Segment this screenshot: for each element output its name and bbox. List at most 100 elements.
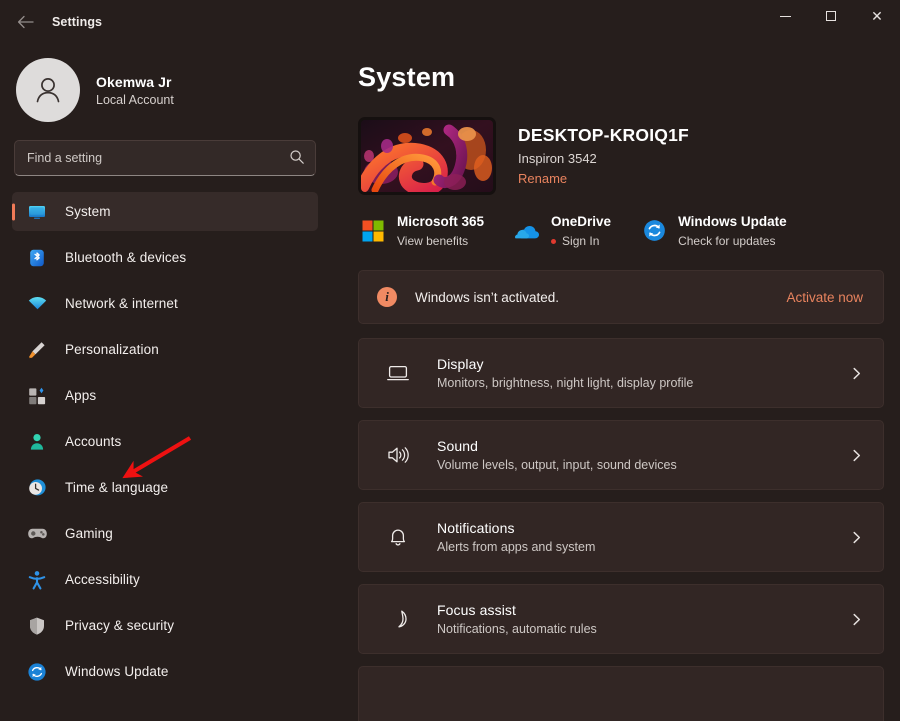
onedrive-cloud-icon: [514, 218, 540, 244]
paintbrush-icon: [26, 339, 48, 361]
card-subtitle: Alerts from apps and system: [437, 540, 595, 554]
main-content: System: [330, 44, 900, 721]
card-title: Focus assist: [437, 602, 597, 618]
quick-link-text: Windows Update Check for updates: [678, 213, 787, 248]
device-name: DESKTOP-KROIQ1F: [518, 125, 689, 146]
sidebar-item-network-internet[interactable]: Network & internet: [12, 284, 318, 323]
wallpaper-thumbnail: [358, 117, 496, 195]
chevron-right-icon: [850, 367, 863, 380]
rename-link[interactable]: Rename: [518, 171, 567, 186]
wifi-icon: [26, 293, 48, 315]
accessibility-icon: [26, 569, 48, 591]
back-button[interactable]: [4, 6, 46, 38]
sidebar-item-apps[interactable]: Apps: [12, 376, 318, 415]
quick-links-row: Microsoft 365 View benefits OneDrive Sig…: [358, 213, 884, 248]
sidebar-item-label: Windows Update: [65, 664, 168, 679]
shield-icon: [26, 615, 48, 637]
sidebar-item-personalization[interactable]: Personalization: [12, 330, 318, 369]
activate-now-link[interactable]: Activate now: [786, 290, 863, 305]
settings-card-display[interactable]: Display Monitors, brightness, night ligh…: [358, 338, 884, 408]
display-monitor-icon: [385, 360, 411, 386]
sidebar: Okemwa Jr Local Account: [0, 44, 330, 721]
maximize-icon: [826, 11, 836, 21]
minimize-button[interactable]: [762, 0, 808, 32]
speaker-icon: [385, 442, 411, 468]
chevron-right-icon: [850, 449, 863, 462]
sidebar-item-label: Time & language: [65, 480, 168, 495]
sidebar-item-label: Privacy & security: [65, 618, 174, 633]
sidebar-item-system[interactable]: System: [12, 192, 318, 231]
clock-icon: [26, 477, 48, 499]
sidebar-item-label: Personalization: [65, 342, 159, 357]
quick-link-microsoft-365[interactable]: Microsoft 365 View benefits: [360, 213, 484, 248]
sidebar-item-label: Network & internet: [65, 296, 178, 311]
quick-link-text: Microsoft 365 View benefits: [397, 213, 484, 248]
activation-message: Windows isn’t activated.: [415, 290, 559, 305]
card-title: Display: [437, 356, 693, 372]
close-button[interactable]: ✕: [854, 0, 900, 32]
quick-link-subtitle: Check for updates: [678, 234, 787, 248]
profile-text: Okemwa Jr Local Account: [96, 74, 174, 107]
settings-card-focus-assist[interactable]: Focus assist Notifications, automatic ru…: [358, 584, 884, 654]
minimize-icon: [780, 16, 791, 17]
settings-cards: Display Monitors, brightness, night ligh…: [358, 338, 884, 721]
card-title: Sound: [437, 438, 677, 454]
settings-card-sound[interactable]: Sound Volume levels, output, input, soun…: [358, 420, 884, 490]
window-controls: ✕: [762, 0, 900, 32]
bluetooth-icon: [26, 247, 48, 269]
quick-link-title: Windows Update: [678, 214, 787, 229]
device-model: Inspiron 3542: [518, 151, 689, 166]
quick-link-title: Microsoft 365: [397, 214, 484, 229]
close-icon: ✕: [871, 9, 883, 23]
maximize-button[interactable]: [808, 0, 854, 32]
quick-link-subtitle: Sign In: [562, 234, 599, 248]
settings-card-notifications[interactable]: Notifications Alerts from apps and syste…: [358, 502, 884, 572]
sidebar-item-windows-update[interactable]: Windows Update: [12, 652, 318, 691]
monitor-icon: [26, 201, 48, 223]
card-text: Display Monitors, brightness, night ligh…: [437, 356, 693, 390]
quick-link-text: OneDrive Sign In: [551, 213, 611, 248]
chevron-right-icon: [850, 531, 863, 544]
status-dot: [551, 239, 556, 244]
quick-link-windows-update[interactable]: Windows Update Check for updates: [641, 213, 787, 248]
profile-name: Okemwa Jr: [96, 74, 174, 90]
bell-icon: [385, 524, 411, 550]
update-sync-icon: [26, 661, 48, 683]
sidebar-item-bluetooth-devices[interactable]: Bluetooth & devices: [12, 238, 318, 277]
quick-link-subtitle-wrap: Sign In: [551, 234, 611, 248]
avatar: [16, 58, 80, 122]
sidebar-item-label: Apps: [65, 388, 96, 403]
sidebar-item-gaming[interactable]: Gaming: [12, 514, 318, 553]
person-icon: [26, 431, 48, 453]
microsoft-logo-icon: [360, 218, 386, 244]
card-subtitle: Notifications, automatic rules: [437, 622, 597, 636]
sidebar-item-label: System: [65, 204, 111, 219]
info-icon: i: [377, 287, 397, 307]
search-container: [14, 140, 316, 176]
sidebar-item-accessibility[interactable]: Accessibility: [12, 560, 318, 599]
moon-icon: [385, 606, 411, 632]
sidebar-nav: System Bluetooth & devices: [12, 192, 318, 691]
activation-banner: i Windows isn’t activated. Activate now: [358, 270, 884, 324]
search-input[interactable]: [14, 140, 316, 176]
apps-grid-icon: [26, 385, 48, 407]
card-subtitle: Volume levels, output, input, sound devi…: [437, 458, 677, 472]
person-avatar-icon: [31, 73, 65, 107]
sidebar-item-label: Gaming: [65, 526, 113, 541]
title-bar: Settings ✕: [0, 0, 900, 44]
sidebar-item-accounts[interactable]: Accounts: [12, 422, 318, 461]
settings-card-partial[interactable]: [358, 666, 884, 721]
device-summary: DESKTOP-KROIQ1F Inspiron 3542 Rename: [358, 117, 884, 195]
sidebar-item-privacy-security[interactable]: Privacy & security: [12, 606, 318, 645]
sidebar-item-time-language[interactable]: Time & language: [12, 468, 318, 507]
card-subtitle: Monitors, brightness, night light, displ…: [437, 376, 693, 390]
page-title: System: [358, 62, 884, 93]
card-text: Sound Volume levels, output, input, soun…: [437, 438, 677, 472]
quick-link-onedrive[interactable]: OneDrive Sign In: [514, 213, 611, 248]
app-title: Settings: [52, 15, 102, 29]
user-profile[interactable]: Okemwa Jr Local Account: [12, 44, 318, 140]
quick-link-subtitle: View benefits: [397, 234, 484, 248]
chevron-right-icon: [850, 613, 863, 626]
device-info: DESKTOP-KROIQ1F Inspiron 3542 Rename: [518, 125, 689, 188]
wallpaper-art: [361, 120, 493, 192]
